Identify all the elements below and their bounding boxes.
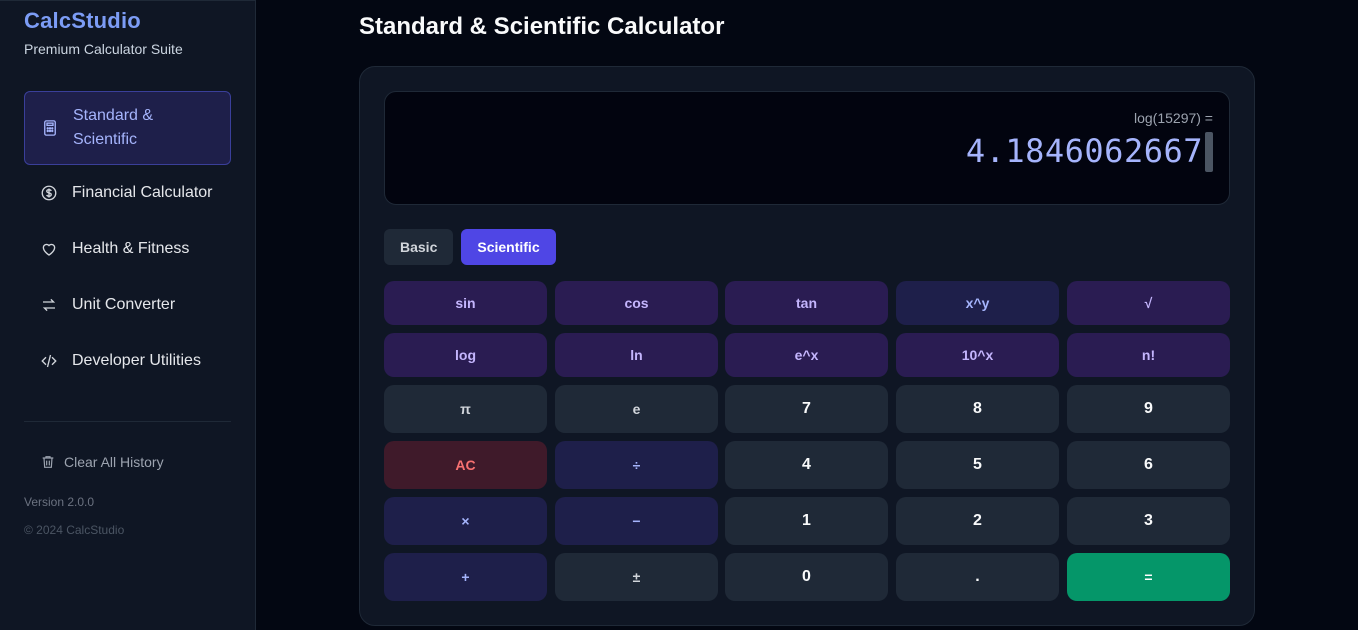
key-factorial[interactable]: n! <box>1067 333 1230 377</box>
trash-icon <box>42 456 54 468</box>
key-7[interactable]: 7 <box>725 385 888 433</box>
sidebar-nav: Standard & Scientific Financial Calculat… <box>24 91 231 389</box>
key-1[interactable]: 1 <box>725 497 888 545</box>
calculator-panel: log(15297) = 4.1846062667 Basic Scientif… <box>359 66 1255 626</box>
key-cos[interactable]: cos <box>555 281 718 325</box>
page-title: Standard & Scientific Calculator <box>359 13 725 40</box>
key-8[interactable]: 8 <box>896 385 1059 433</box>
tab-basic[interactable]: Basic <box>384 229 454 265</box>
sidebar-item-label: Standard & Scientific <box>73 107 154 148</box>
key-6[interactable]: 6 <box>1067 441 1230 489</box>
key-add[interactable]: + <box>384 553 547 601</box>
display-result: 4.1846062667 <box>965 132 1203 170</box>
key-x-pow-y[interactable]: x^y <box>896 281 1059 325</box>
key-ten-pow-x[interactable]: 10^x <box>896 333 1059 377</box>
key-9[interactable]: 9 <box>1067 385 1230 433</box>
key-sin[interactable]: sin <box>384 281 547 325</box>
key-e-pow-x[interactable]: e^x <box>725 333 888 377</box>
key-equals[interactable]: = <box>1067 553 1230 601</box>
sidebar-item-label: Health & Fitness <box>72 240 190 257</box>
tab-scientific[interactable]: Scientific <box>461 229 556 265</box>
brand-title: CalcStudio <box>24 8 141 33</box>
key-divide[interactable]: ÷ <box>555 441 718 489</box>
sidebar-item-standard-scientific[interactable]: Standard & Scientific <box>24 91 231 165</box>
heart-icon <box>39 239 59 259</box>
key-2[interactable]: 2 <box>896 497 1059 545</box>
dollar-icon <box>39 183 59 203</box>
display-expression: log(15297) = <box>1133 110 1213 126</box>
key-5[interactable]: 5 <box>896 441 1059 489</box>
key-log[interactable]: log <box>384 333 547 377</box>
key-0[interactable]: 0 <box>725 553 888 601</box>
key-multiply[interactable]: × <box>384 497 547 545</box>
calculator-display: log(15297) = 4.1846062667 <box>384 91 1230 205</box>
mode-tabs: Basic Scientific <box>384 229 556 265</box>
sidebar-divider <box>24 421 231 422</box>
sidebar-item-developer[interactable]: Developer Utilities <box>24 333 231 389</box>
sidebar-item-label: Unit Converter <box>72 296 176 313</box>
arrows-swap-icon <box>39 295 59 315</box>
code-icon <box>39 351 59 371</box>
sidebar-item-health[interactable]: Health & Fitness <box>24 221 231 277</box>
copyright-text: © 2024 CalcStudio <box>24 523 125 537</box>
key-all-clear[interactable]: AC <box>384 441 547 489</box>
key-4[interactable]: 4 <box>725 441 888 489</box>
key-sqrt[interactable]: √ <box>1067 281 1230 325</box>
sidebar: CalcStudio Premium Calculator Suite Stan… <box>0 0 256 630</box>
sidebar-item-unit-converter[interactable]: Unit Converter <box>24 277 231 333</box>
key-pi[interactable]: π <box>384 385 547 433</box>
key-ln[interactable]: ln <box>555 333 718 377</box>
key-3[interactable]: 3 <box>1067 497 1230 545</box>
key-subtract[interactable]: − <box>555 497 718 545</box>
key-e[interactable]: e <box>555 385 718 433</box>
sidebar-item-label: Developer Utilities <box>72 352 201 369</box>
sidebar-item-financial[interactable]: Financial Calculator <box>24 165 231 221</box>
key-plus-minus[interactable]: ± <box>555 553 718 601</box>
version-text: Version 2.0.0 <box>24 495 95 509</box>
display-cursor <box>1205 132 1213 172</box>
clear-history-button[interactable]: Clear All History <box>40 454 164 470</box>
key-decimal[interactable]: . <box>896 553 1059 601</box>
brand-subtitle: Premium Calculator Suite <box>24 41 183 57</box>
clear-history-label: Clear All History <box>64 454 164 470</box>
sidebar-item-label: Financial Calculator <box>72 184 213 201</box>
key-tan[interactable]: tan <box>725 281 888 325</box>
calculator-icon <box>40 118 60 138</box>
